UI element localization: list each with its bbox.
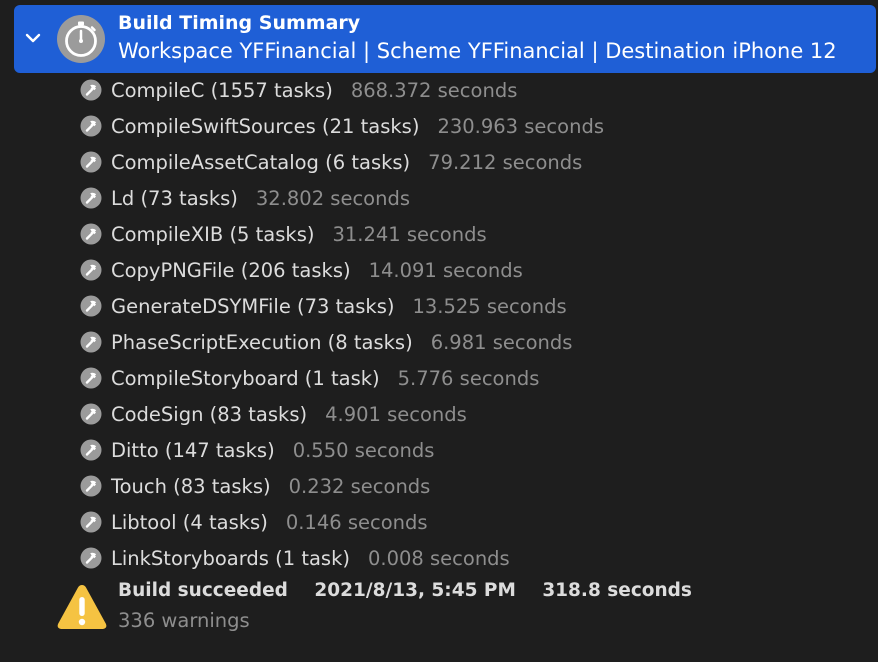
task-time: 5.776 seconds <box>397 366 540 390</box>
task-row[interactable]: CompileSwiftSources (21 tasks) 230.963 se… <box>80 108 870 144</box>
build-duration: 318.8 seconds <box>542 580 692 601</box>
hammer-icon <box>80 475 102 497</box>
task-row[interactable]: CodeSign (83 tasks) 4.901 seconds <box>80 396 870 432</box>
task-row[interactable]: LinkStoryboards (1 task) 0.008 seconds <box>80 540 870 576</box>
warnings-count: 336 warnings <box>118 609 250 632</box>
task-name: CompileC (1557 tasks) <box>111 78 333 102</box>
hammer-icon <box>80 511 102 533</box>
task-time: 0.232 seconds <box>288 474 431 498</box>
task-name: Ditto (147 tasks) <box>111 438 275 462</box>
task-name: CompileXIB (5 tasks) <box>111 222 315 246</box>
hammer-icon <box>80 259 102 281</box>
task-time: 13.525 seconds <box>412 294 567 318</box>
task-time: 31.241 seconds <box>332 222 487 246</box>
build-timing-summary-row[interactable]: Build Timing Summary Workspace YFFinanci… <box>14 5 876 73</box>
task-time: 230.963 seconds <box>437 114 604 138</box>
task-time: 14.091 seconds <box>368 258 523 282</box>
task-row[interactable]: Libtool (4 tasks) 0.146 seconds <box>80 504 870 540</box>
hammer-icon <box>80 295 102 317</box>
hammer-icon <box>80 331 102 353</box>
task-name: CompileAssetCatalog (6 tasks) <box>111 150 411 174</box>
hammer-icon <box>80 151 102 173</box>
task-name: Touch (83 tasks) <box>111 474 271 498</box>
task-row[interactable]: Touch (83 tasks) 0.232 seconds <box>80 468 870 504</box>
chevron-down-icon[interactable] <box>24 29 42 47</box>
stopwatch-icon <box>57 15 105 63</box>
task-time: 0.146 seconds <box>285 510 428 534</box>
task-time: 32.802 seconds <box>255 186 411 210</box>
task-row[interactable]: CopyPNGFile (206 tasks) 14.091 seconds <box>80 252 870 288</box>
task-row[interactable]: CompileAssetCatalog (6 tasks) 79.212 seco… <box>80 144 870 180</box>
task-time: 79.212 seconds <box>428 150 583 174</box>
hammer-icon <box>80 223 102 245</box>
task-name: PhaseScriptExecution (8 tasks) <box>111 330 413 354</box>
hammer-icon <box>80 439 102 461</box>
hammer-icon <box>80 187 102 209</box>
task-time: 0.550 seconds <box>292 438 435 462</box>
task-list: CompileC (1557 tasks) 868.372 seconds Comp… <box>80 72 870 576</box>
summary-subtitle: Workspace YFFinancial | Scheme YFFinanci… <box>118 39 837 63</box>
task-name: Libtool (4 tasks) <box>111 510 268 534</box>
task-time: 4.901 seconds <box>325 402 467 426</box>
task-time: 868.372 seconds <box>350 78 518 102</box>
task-row[interactable]: Ld (73 tasks) 32.802 seconds <box>80 180 870 216</box>
build-timestamp: 2021/8/13, 5:45 PM <box>314 580 516 601</box>
task-row[interactable]: CompileStoryboard (1 task) 5.776 seconds <box>80 360 870 396</box>
hammer-icon <box>80 367 102 389</box>
warning-icon <box>57 585 107 629</box>
build-log-view: Build Timing Summary Workspace YFFinanci… <box>0 0 878 662</box>
hammer-icon <box>80 115 102 137</box>
task-row[interactable]: CompileXIB (5 tasks) 31.241 seconds <box>80 216 870 252</box>
task-time: 6.981 seconds <box>430 330 573 354</box>
hammer-icon <box>80 547 102 569</box>
build-result-row[interactable]: Build succeeded 2021/8/13, 5:45 PM 318.8… <box>56 578 856 638</box>
task-name: CodeSign (83 tasks) <box>111 402 308 426</box>
task-time: 0.008 seconds <box>367 546 510 570</box>
task-row[interactable]: GenerateDSYMFile (73 tasks) 13.525 second… <box>80 288 870 324</box>
task-row[interactable]: PhaseScriptExecution (8 tasks) 6.981 seco… <box>80 324 870 360</box>
task-name: Ld (73 tasks) <box>111 186 238 210</box>
task-name: GenerateDSYMFile (73 tasks) <box>111 294 395 318</box>
task-row[interactable]: CompileC (1557 tasks) 868.372 seconds <box>80 72 870 108</box>
hammer-icon <box>80 79 102 101</box>
task-row[interactable]: Ditto (147 tasks) 0.550 seconds <box>80 432 870 468</box>
task-name: LinkStoryboards (1 task) <box>111 546 350 570</box>
task-name: CopyPNGFile (206 tasks) <box>111 258 351 282</box>
task-name: CompileSwiftSources (21 tasks) <box>111 114 420 138</box>
task-name: CompileStoryboard (1 task) <box>111 366 380 390</box>
summary-title: Build Timing Summary <box>118 12 361 34</box>
build-status: Build succeeded <box>118 580 288 601</box>
hammer-icon <box>80 403 102 425</box>
